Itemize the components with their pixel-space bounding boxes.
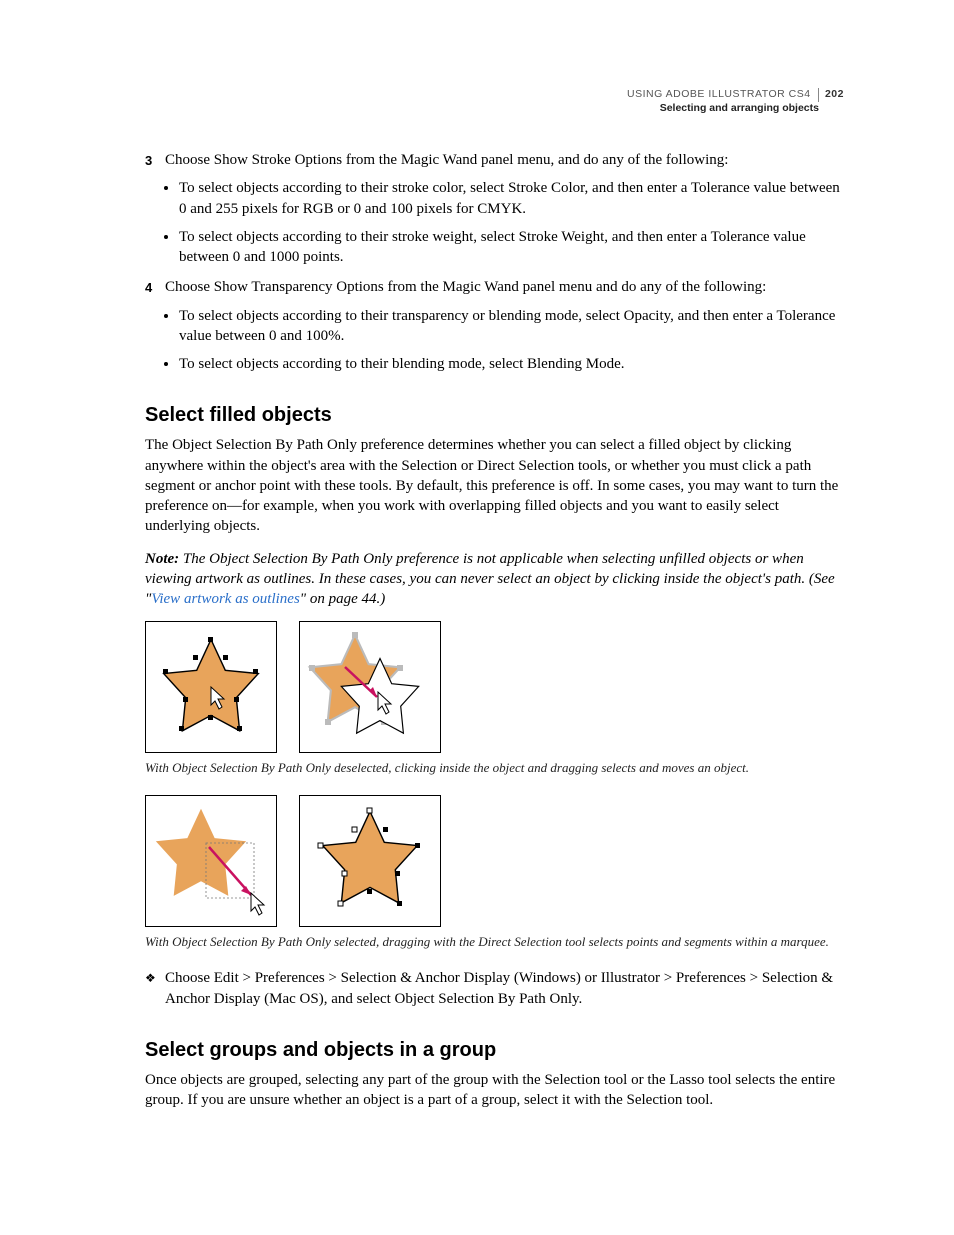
step-number: 3 xyxy=(145,150,165,170)
page-number: 202 xyxy=(818,88,844,102)
note-label: Note: xyxy=(145,551,179,567)
step-4-bullet: To select objects according to their ble… xyxy=(179,354,844,374)
note: Note: The Object Selection By Path Only … xyxy=(145,549,844,610)
note-text-after: " on page 44.) xyxy=(300,591,385,607)
para-groups: Once objects are grouped, selecting any … xyxy=(145,1070,844,1111)
running-header: USING ADOBE ILLUSTRATOR CS4 202 Selectin… xyxy=(627,88,844,115)
step-3-bullet: To select objects according to their str… xyxy=(179,178,844,219)
caption-1: With Object Selection By Path Only desel… xyxy=(145,759,844,777)
step-4: 4 Choose Show Transparency Options from … xyxy=(145,277,844,297)
step-4-bullet: To select objects according to their tra… xyxy=(179,306,844,347)
section-title: Selecting and arranging objects xyxy=(627,102,844,116)
book-title: USING ADOBE ILLUSTRATOR CS4 xyxy=(627,88,811,100)
step-text: Choose Show Stroke Options from the Magi… xyxy=(165,150,844,170)
step-3-bullet: To select objects according to their str… xyxy=(179,227,844,268)
step-text: Choose Show Transparency Options from th… xyxy=(165,277,844,297)
step-number: 4 xyxy=(145,277,165,297)
step-3: 3 Choose Show Stroke Options from the Ma… xyxy=(145,150,844,170)
figure-path-only-on-result xyxy=(299,795,441,927)
diamond-bullet-icon: ❖ xyxy=(145,968,165,1009)
heading-select-groups: Select groups and objects in a group xyxy=(145,1037,844,1064)
procedure-step: ❖ Choose Edit > Preferences > Selection … xyxy=(145,968,844,1009)
figure-path-only-off-before xyxy=(145,621,277,753)
para-fill: The Object Selection By Path Only prefer… xyxy=(145,435,844,536)
figure-path-only-off-after xyxy=(299,621,441,753)
link-view-artwork-outlines[interactable]: View artwork as outlines xyxy=(151,591,299,607)
caption-2: With Object Selection By Path Only selec… xyxy=(145,933,844,951)
figure-path-only-on-drag xyxy=(145,795,277,927)
procedure-text: Choose Edit > Preferences > Selection & … xyxy=(165,968,844,1009)
heading-select-filled: Select filled objects xyxy=(145,402,844,429)
